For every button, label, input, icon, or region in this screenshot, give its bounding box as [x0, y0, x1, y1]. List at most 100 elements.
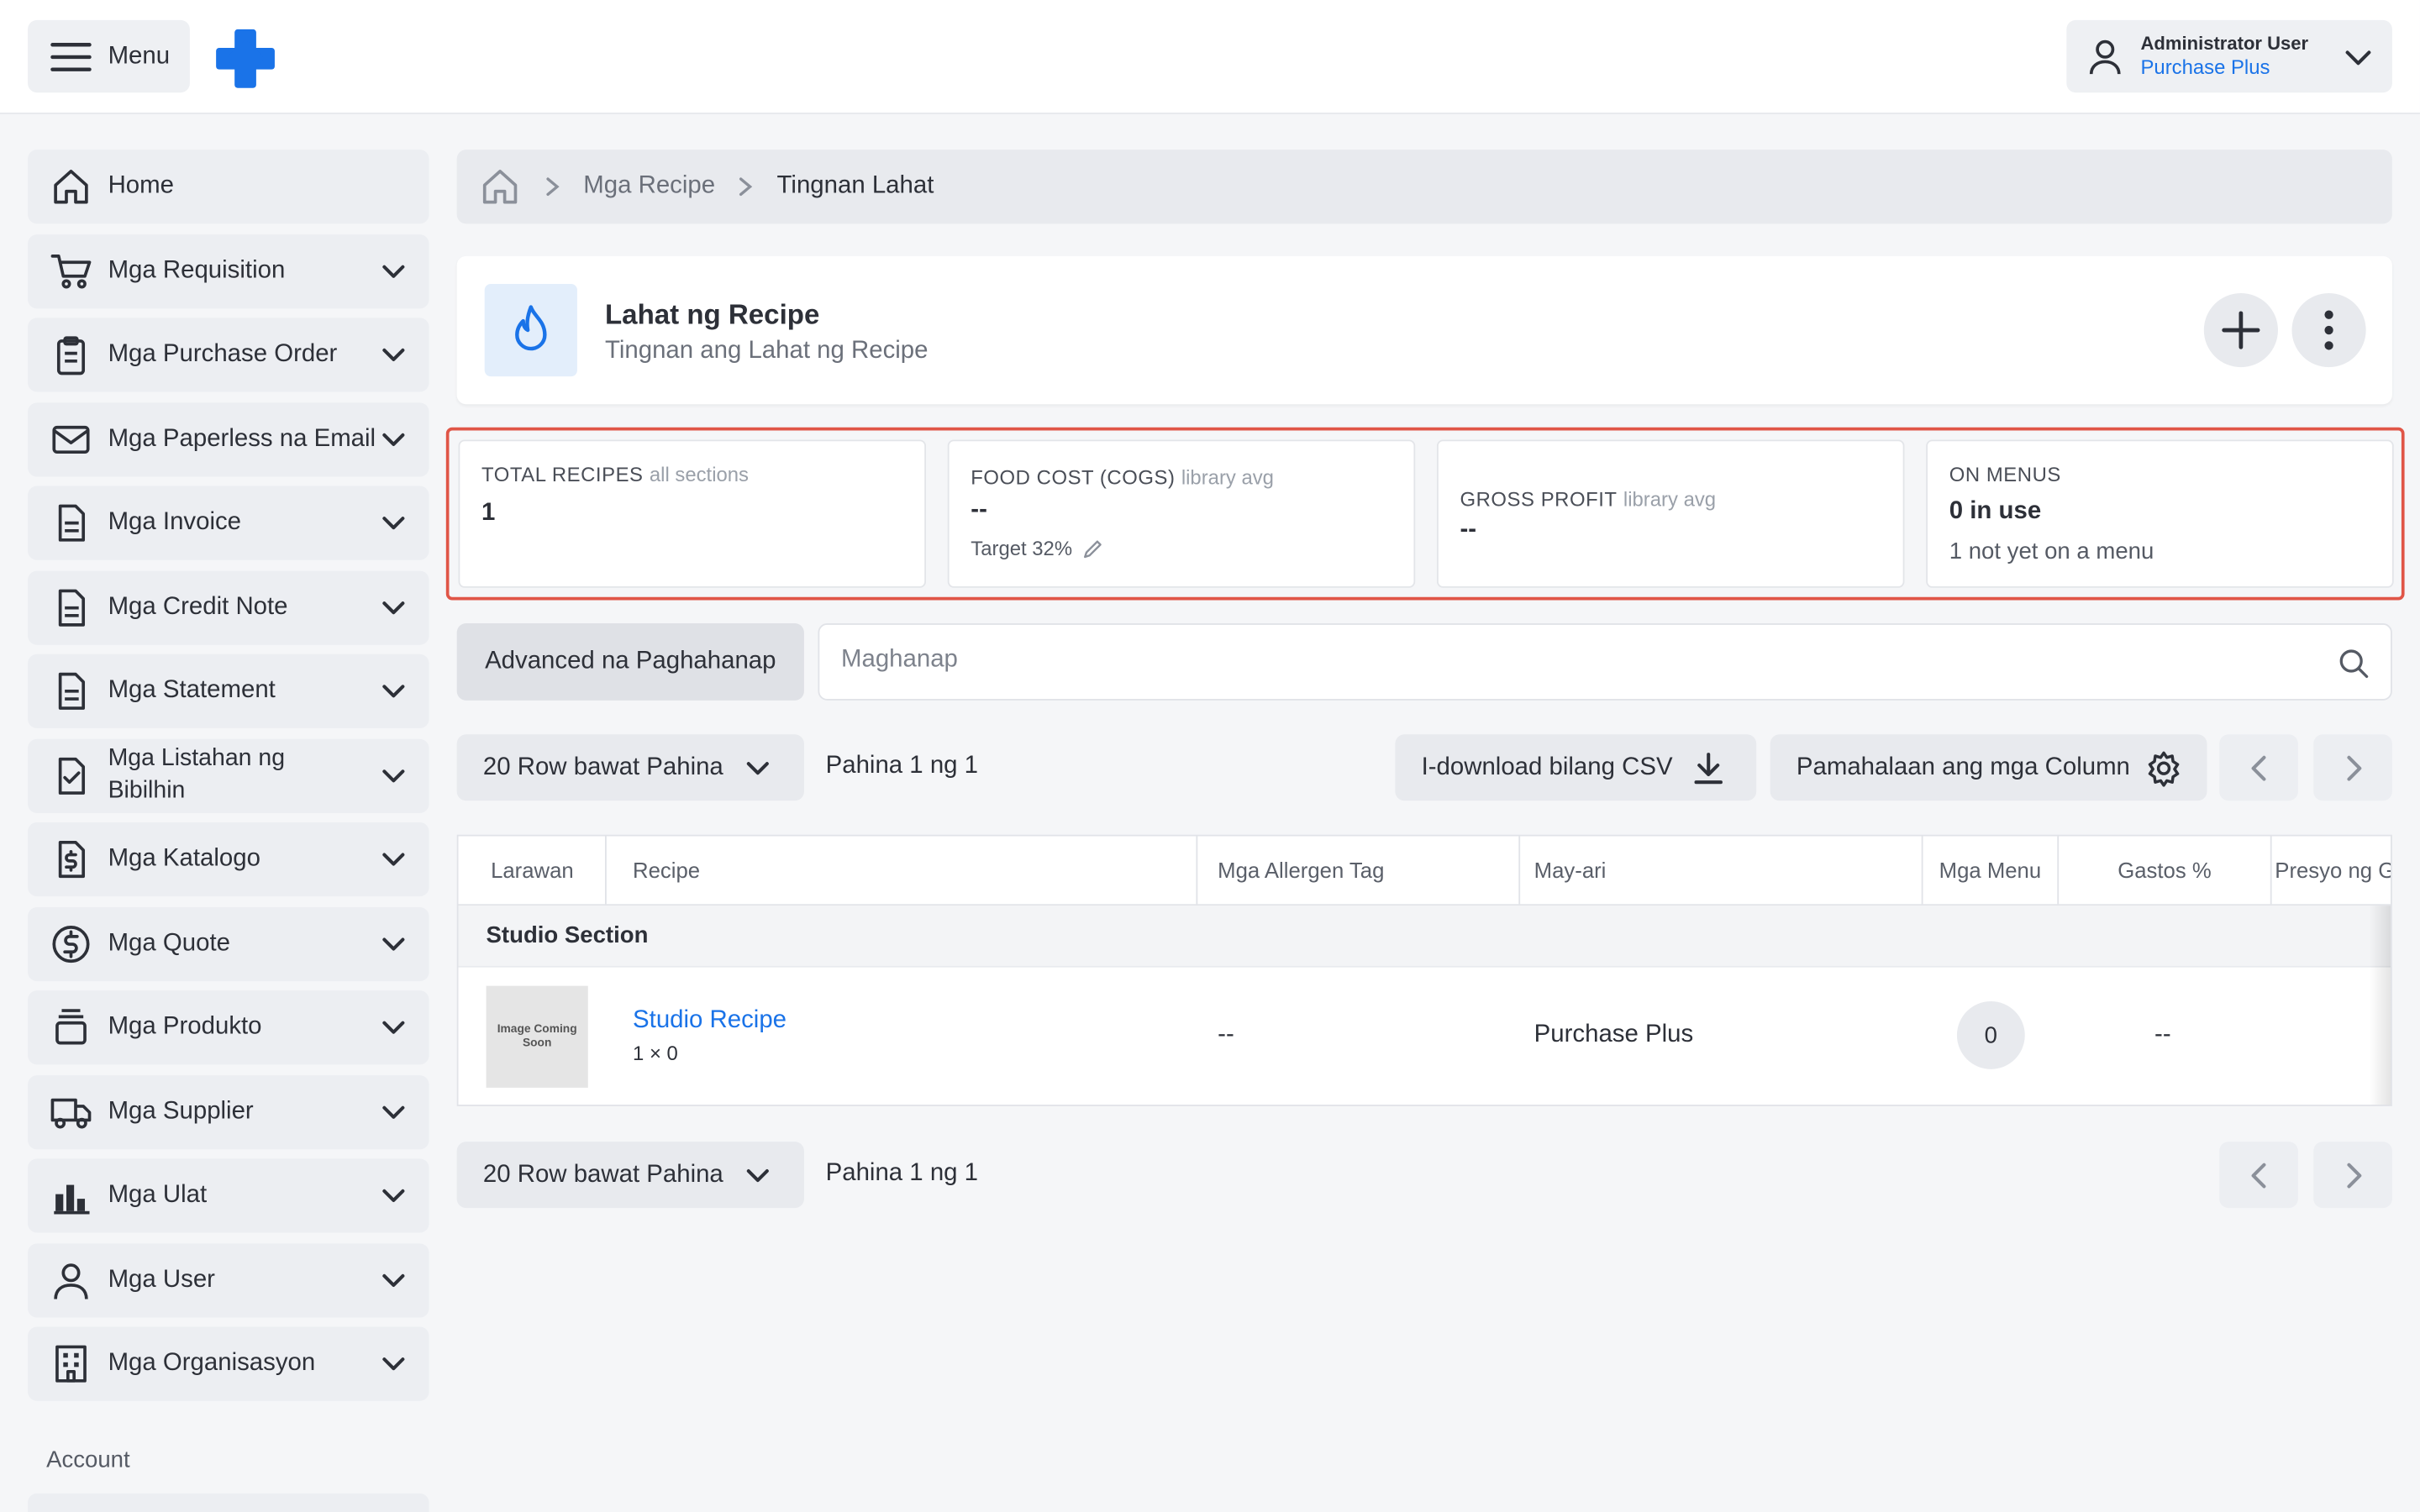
- user-organisation: Purchase Plus: [2140, 55, 2270, 79]
- row-divider: [458, 965, 2391, 968]
- sidebar-item-label: Mga Supplier: [108, 1097, 254, 1125]
- sidebar-item-label: Mga Purchase Order: [108, 340, 338, 368]
- stat-food-cost: FOOD COST (COGS) library avg -- Target 32…: [947, 439, 1416, 588]
- stat-total-recipes: TOTAL RECIPES all sections 1: [458, 439, 927, 588]
- sidebar: Home Mga Requisition Mga Purchase Order Mga…: [28, 150, 429, 1411]
- breadcrumb-current: Tingnan Lahat: [776, 172, 934, 199]
- chevron-right-icon: [739, 177, 753, 197]
- stat-gross-profit: GROSS PROFIT library avg --: [1436, 439, 1905, 588]
- page-indicator-bottom: Pahina 1 ng 1: [825, 1160, 979, 1187]
- pencil-icon[interactable]: [1081, 538, 1103, 559]
- rows-per-page-select[interactable]: 20 Row bawat Pahina: [456, 734, 804, 801]
- sidebar-item-mga-ulat[interactable]: Mga Ulat: [28, 1158, 429, 1233]
- bar-chart-icon: [50, 1174, 92, 1217]
- chevron-down-icon: [380, 509, 408, 544]
- chevron-down-icon: [380, 1014, 408, 1049]
- document-icon: [50, 585, 92, 628]
- manage-columns-button[interactable]: Pamahalaan ang mga Column: [1770, 734, 2207, 801]
- breadcrumb: Mga Recipe Tingnan Lahat: [456, 150, 2392, 224]
- sidebar-item-label: Mga Credit Note: [108, 593, 288, 620]
- sidebar-item-label: Mga Paperless na Email: [108, 425, 376, 452]
- account-section-label: Account: [46, 1446, 130, 1474]
- next-page-button[interactable]: [2313, 734, 2392, 801]
- sidebar-item-label: Mga Katalogo: [108, 845, 260, 872]
- manage-columns-label: Pamahalaan ang mga Column: [1796, 753, 2130, 780]
- stat-value: 1: [481, 500, 496, 527]
- top-bar: Menu Administrator User Purchase Plus: [0, 0, 2420, 114]
- user-icon: [50, 1258, 92, 1301]
- recipe-yield: 1 × 0: [633, 1041, 678, 1065]
- stat-caption: TOTAL RECIPES: [481, 463, 644, 486]
- page-title: Lahat ng Recipe: [604, 299, 820, 331]
- sidebar-item-mga-invoice[interactable]: Mga Invoice: [28, 486, 429, 560]
- sidebar-item-mga-produkto[interactable]: Mga Produkto: [28, 990, 429, 1065]
- breadcrumb-recipes[interactable]: Mga Recipe: [583, 173, 715, 201]
- account-nav-item[interactable]: [28, 1493, 429, 1512]
- column-header-price[interactable]: Presyo ng Ga: [2272, 836, 2391, 904]
- chevron-right-icon: [2346, 1162, 2361, 1188]
- rows-per-page-select-bottom[interactable]: 20 Row bawat Pahina: [456, 1142, 804, 1209]
- dollar-circle-icon: [50, 921, 92, 964]
- plus-icon: [2222, 311, 2260, 349]
- chevron-right-icon: [546, 177, 560, 197]
- column-header-owner[interactable]: May-ari: [1520, 836, 1923, 905]
- column-header-cost[interactable]: Gastos %: [2059, 836, 2272, 905]
- add-recipe-button[interactable]: [2203, 292, 2278, 368]
- sidebar-item-mga-organisasyon[interactable]: Mga Organisasyon: [28, 1326, 429, 1401]
- sidebar-item-mga-katalogo[interactable]: Mga Katalogo: [28, 822, 429, 897]
- sidebar-item-home[interactable]: Home: [28, 150, 429, 224]
- advanced-search-button[interactable]: Advanced na Paghahanap: [456, 623, 804, 701]
- column-header-allergens[interactable]: Mga Allergen Tag: [1197, 836, 1521, 905]
- download-csv-button[interactable]: I-download bilang CSV: [1395, 734, 1757, 801]
- stat-caption: FOOD COST (COGS): [971, 465, 1176, 490]
- more-options-button[interactable]: [2291, 292, 2366, 368]
- truck-icon: [50, 1090, 92, 1133]
- sidebar-item-mga-listahan-ng-bibilhin[interactable]: Mga Listahan ng Bibilhin: [28, 738, 429, 813]
- user-name: Administrator User: [2140, 32, 2309, 55]
- chevron-down-icon: [2345, 50, 2371, 66]
- column-header-image[interactable]: Larawan: [458, 836, 607, 905]
- sidebar-item-mga-credit-note[interactable]: Mga Credit Note: [28, 570, 429, 644]
- stat-caption: GROSS PROFIT: [1460, 487, 1618, 511]
- sidebar-item-mga-user[interactable]: Mga User: [28, 1242, 429, 1317]
- stat-value: 0 in use: [1949, 498, 2042, 525]
- stat-sub: 1 not yet on a menu: [1949, 538, 2154, 565]
- stat-value: --: [1460, 517, 1477, 543]
- column-header-recipe[interactable]: Recipe: [607, 836, 1198, 905]
- cost-percent-value: --: [2154, 1021, 2171, 1048]
- search-icon[interactable]: [2338, 648, 2370, 679]
- download-csv-label: I-download bilang CSV: [1421, 753, 1673, 780]
- chevron-down-icon: [380, 1098, 408, 1133]
- menus-count-badge: 0: [1956, 1001, 2025, 1069]
- sidebar-item-mga-purchase-order[interactable]: Mga Purchase Order: [28, 318, 429, 392]
- user-icon: [2089, 39, 2121, 74]
- page-header: Lahat ng Recipe Tingnan ang Lahat ng Rec…: [456, 255, 2392, 405]
- logo[interactable]: [213, 26, 277, 91]
- next-page-button-bottom[interactable]: [2313, 1142, 2392, 1209]
- user-menu[interactable]: Administrator User Purchase Plus: [2066, 19, 2392, 93]
- chevron-left-icon: [2250, 754, 2265, 780]
- stat-target: Target 32%: [971, 537, 1073, 560]
- sidebar-item-mga-requisition[interactable]: Mga Requisition: [28, 234, 429, 308]
- search-input[interactable]: [841, 646, 2292, 675]
- document-icon: [50, 501, 92, 544]
- sidebar-item-mga-quote[interactable]: Mga Quote: [28, 906, 429, 981]
- sidebar-item-mga-supplier[interactable]: Mga Supplier: [28, 1074, 429, 1149]
- checklist-icon: [50, 753, 92, 796]
- previous-page-button-bottom[interactable]: [2219, 1142, 2298, 1209]
- menu-button[interactable]: Menu: [28, 19, 190, 93]
- sidebar-item-mga-paperless-na-email[interactable]: Mga Paperless na Email: [28, 402, 429, 476]
- stat-qualifier: library avg: [1181, 465, 1274, 490]
- recipe-link[interactable]: Studio Recipe: [633, 1007, 786, 1035]
- home-icon[interactable]: [478, 165, 521, 208]
- chevron-down-icon: [380, 425, 408, 460]
- column-header-menus[interactable]: Mga Menu: [1923, 836, 2060, 905]
- sidebar-item-label: Mga Ulat: [108, 1181, 208, 1209]
- rows-per-page-label: 20 Row bawat Pahina: [482, 1161, 723, 1188]
- dollar-document-icon: [50, 837, 92, 880]
- chevron-down-icon: [380, 1266, 408, 1301]
- previous-page-button[interactable]: [2219, 734, 2298, 801]
- sidebar-item-mga-statement[interactable]: Mga Statement: [28, 654, 429, 728]
- chevron-right-icon: [2346, 754, 2361, 780]
- cart-icon: [50, 249, 92, 292]
